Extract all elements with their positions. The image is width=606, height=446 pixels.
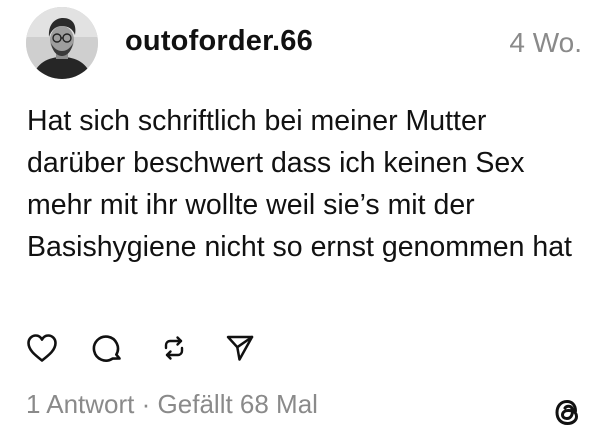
- comment-icon: [92, 335, 121, 362]
- send-icon: [226, 335, 254, 361]
- avatar[interactable]: [26, 7, 98, 79]
- post-timestamp: 4 Wo.: [509, 27, 582, 58]
- reply-button[interactable]: [91, 331, 125, 365]
- username[interactable]: outoforder.66: [125, 25, 313, 58]
- stats-separator: ·: [141, 389, 151, 419]
- reply-count[interactable]: 1 Antwort: [26, 389, 134, 419]
- threads-logo-icon: [547, 392, 587, 432]
- repost-button[interactable]: [157, 331, 191, 365]
- like-button[interactable]: [25, 331, 59, 365]
- share-button[interactable]: [223, 331, 257, 365]
- post-text: Hat sich schriftlich bei meiner Mutter d…: [27, 105, 572, 263]
- post-stats: 1 Antwort · Gefällt 68 Mal: [26, 389, 318, 420]
- avatar-image: [26, 7, 98, 79]
- like-count[interactable]: Gefällt 68 Mal: [158, 389, 318, 419]
- heart-icon: [27, 334, 57, 362]
- repost-icon: [164, 336, 184, 360]
- action-bar: [25, 331, 289, 365]
